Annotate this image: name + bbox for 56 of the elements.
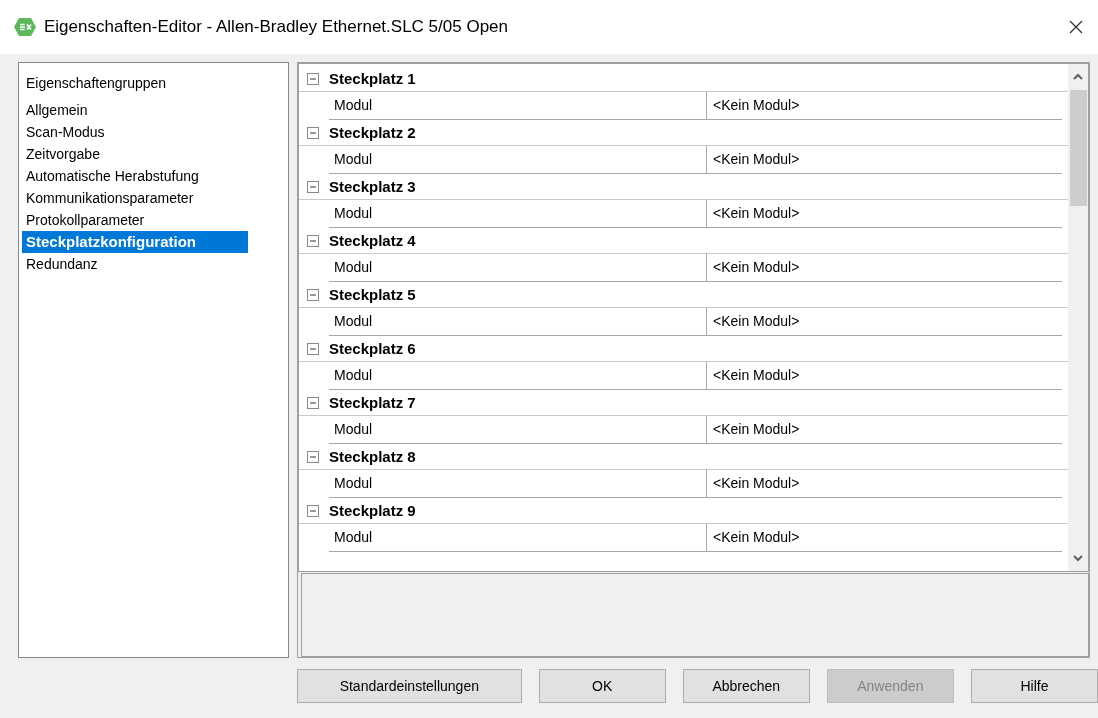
dialog-button[interactable]: OK bbox=[538, 669, 666, 703]
collapse-icon[interactable] bbox=[307, 180, 319, 193]
property-name: Modul bbox=[329, 308, 707, 335]
property-value[interactable]: <Kein Modul> bbox=[707, 362, 800, 389]
sidebar-item[interactable]: Zeitvorgabe bbox=[22, 143, 288, 165]
sidebar-item[interactable]: Steckplatzkonfiguration bbox=[22, 231, 248, 253]
property-value[interactable]: <Kein Modul> bbox=[707, 308, 800, 335]
property-name: Modul bbox=[329, 416, 707, 443]
collapse-icon[interactable] bbox=[307, 234, 319, 247]
dialog-button[interactable]: Standardeinstellungen bbox=[297, 669, 522, 703]
group-title: Steckplatz 2 bbox=[329, 124, 416, 141]
collapse-icon[interactable] bbox=[307, 504, 319, 517]
dialog-button[interactable]: Hilfe bbox=[970, 669, 1098, 703]
collapse-icon[interactable] bbox=[307, 126, 319, 139]
property-name: Modul bbox=[329, 254, 707, 281]
sidebar-item[interactable]: Allgemein bbox=[22, 99, 288, 121]
group-title: Steckplatz 6 bbox=[329, 340, 416, 357]
window-title: Eigenschaften-Editor - Allen-Bradley Ethernet.SLC 5/05 Open bbox=[44, 17, 509, 37]
sidebar-item[interactable]: Kommunikationsparameter bbox=[22, 187, 288, 209]
app-logo-icon bbox=[14, 17, 36, 37]
close-icon[interactable] bbox=[1068, 19, 1084, 35]
group-title: Steckplatz 8 bbox=[329, 448, 416, 465]
sidebar-heading: Eigenschaftengruppen bbox=[25, 75, 168, 91]
group-title: Steckplatz 9 bbox=[329, 502, 416, 519]
property-value[interactable]: <Kein Modul> bbox=[707, 524, 800, 551]
scroll-down-icon[interactable] bbox=[1072, 552, 1084, 563]
dialog-button[interactable]: Abbrechen bbox=[682, 669, 810, 703]
collapse-icon[interactable] bbox=[307, 450, 319, 463]
collapse-icon[interactable] bbox=[307, 72, 319, 85]
scrollbar[interactable] bbox=[1068, 64, 1088, 571]
sidebar-item[interactable]: Protokollparameter bbox=[22, 209, 288, 231]
property-value[interactable]: <Kein Modul> bbox=[707, 146, 800, 173]
group-title: Steckplatz 1 bbox=[329, 70, 416, 87]
group-title: Steckplatz 7 bbox=[329, 394, 416, 411]
collapse-icon[interactable] bbox=[307, 396, 319, 409]
property-name: Modul bbox=[329, 146, 707, 173]
property-name: Modul bbox=[329, 524, 707, 551]
sidebar-item[interactable]: Scan-Modus bbox=[22, 121, 288, 143]
scrollbar-thumb[interactable] bbox=[1069, 90, 1087, 206]
property-name: Modul bbox=[329, 470, 707, 497]
property-value[interactable]: <Kein Modul> bbox=[707, 92, 800, 119]
property-value[interactable]: <Kein Modul> bbox=[707, 416, 800, 443]
property-name: Modul bbox=[329, 92, 707, 119]
property-value[interactable]: <Kein Modul> bbox=[707, 200, 800, 227]
property-value[interactable]: <Kein Modul> bbox=[707, 254, 800, 281]
property-name: Modul bbox=[329, 362, 707, 389]
sidebar-item[interactable]: Redundanz bbox=[22, 253, 288, 275]
collapse-icon[interactable] bbox=[307, 288, 319, 301]
scroll-up-icon[interactable] bbox=[1072, 72, 1084, 82]
property-value[interactable]: <Kein Modul> bbox=[707, 470, 800, 497]
group-title: Steckplatz 4 bbox=[329, 232, 416, 249]
sidebar-item[interactable]: Automatische Herabstufung bbox=[22, 165, 288, 187]
group-title: Steckplatz 3 bbox=[329, 178, 416, 195]
property-name: Modul bbox=[329, 200, 707, 227]
collapse-icon[interactable] bbox=[307, 342, 319, 355]
group-title: Steckplatz 5 bbox=[329, 286, 416, 303]
